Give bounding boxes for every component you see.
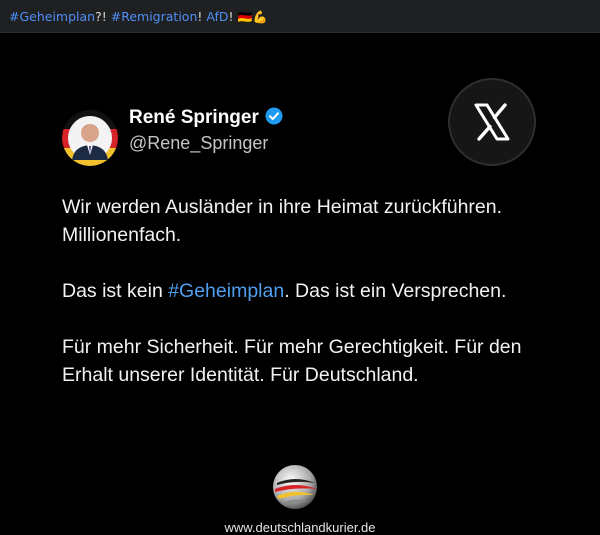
tweet-text-segment: . Das ist ein Versprechen. [284, 280, 507, 302]
caption-punct-1: ?! [95, 9, 107, 24]
hashtag-geheimplan[interactable]: #Geheimplan [9, 9, 95, 24]
tweet-paragraph-1: Wir werden Ausländer in ihre Heimat zurü… [62, 196, 503, 246]
avatar[interactable] [62, 110, 118, 166]
caption-punct-3: ! [228, 9, 234, 24]
tweet-hashtag-geheimplan[interactable]: #Geheimplan [168, 280, 284, 302]
caption-punct-2: ! [197, 9, 203, 24]
author-handle[interactable]: @Rene_Springer [129, 133, 268, 154]
tweet-paragraph-2: Das ist kein #Geheimplan. Das ist ein Ve… [62, 277, 532, 305]
post-caption: #Geheimplan?! #Remigration! AfD! 🇩🇪💪 [0, 0, 600, 33]
deutschlandkurier-logo-icon [271, 463, 319, 511]
tweet-text-segment: Das ist kein [62, 280, 169, 302]
link-afd[interactable]: AfD [206, 9, 228, 24]
author-row: René Springer [129, 107, 283, 129]
tweet-image: René Springer @Rene_Springer Wir werden … [0, 33, 600, 535]
tweet-text: Wir werden Ausländer in ihre Heimat zurü… [62, 193, 532, 417]
flag-muscle-emoji: 🇩🇪💪 [237, 10, 268, 24]
verified-badge-icon [265, 107, 283, 129]
author-name[interactable]: René Springer [129, 107, 259, 129]
tweet-paragraph-3: Für mehr Sicherheit. Für mehr Gerechtigk… [62, 336, 522, 386]
x-logo-icon [448, 78, 536, 166]
hashtag-remigration[interactable]: #Remigration [111, 9, 198, 24]
